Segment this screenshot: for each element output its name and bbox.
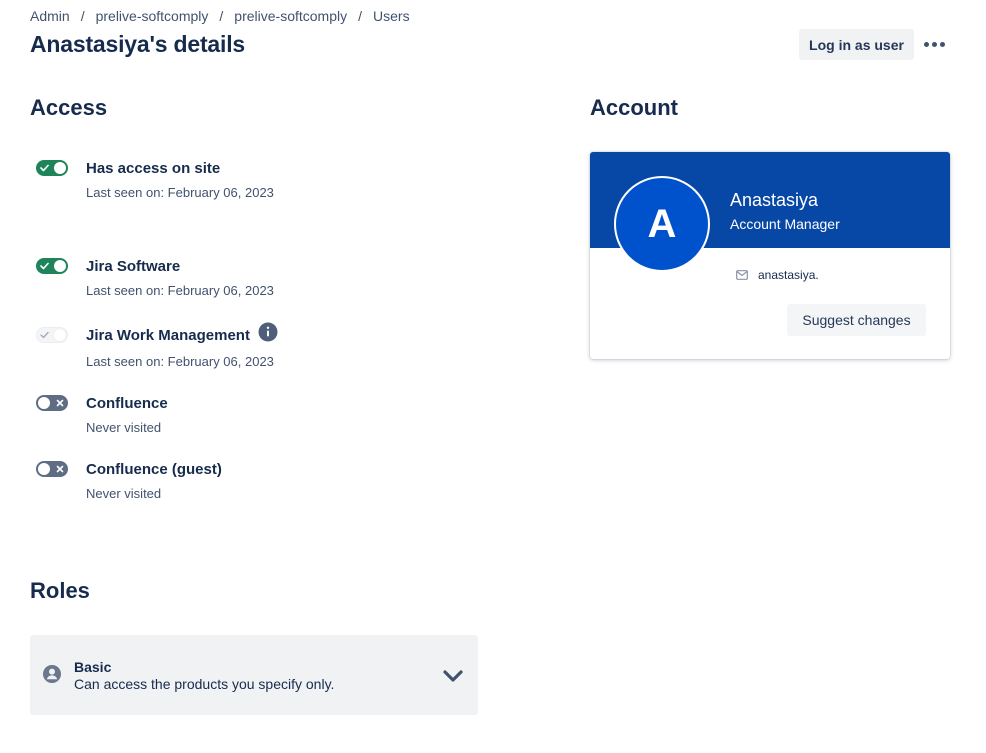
product-name-confluence-guest: Confluence (guest) — [86, 461, 222, 478]
product-name-confluence: Confluence — [86, 395, 168, 412]
check-icon — [40, 331, 49, 339]
breadcrumb: Admin / prelive-softcomply / prelive-sof… — [30, 8, 410, 24]
breadcrumb-item-org[interactable]: prelive-softcomply — [96, 8, 209, 24]
breadcrumb-item-users[interactable]: Users — [373, 8, 410, 24]
product-last-seen-confluence-guest: Never visited — [86, 486, 162, 501]
more-actions-button[interactable] — [920, 30, 948, 58]
account-name: Anastasiya — [730, 190, 819, 210]
account-email: anastasiya. — [758, 268, 819, 282]
product-name-jira-software: Jira Software — [86, 258, 181, 275]
toggle-confluence[interactable] — [36, 395, 68, 411]
product-last-seen-jira-work-management: Last seen on: February 06, 2023 — [86, 354, 274, 369]
role-selector[interactable]: Basic Can access the products you specif… — [30, 635, 478, 715]
breadcrumb-separator: / — [80, 8, 85, 24]
check-icon — [40, 262, 49, 270]
info-icon[interactable] — [258, 322, 278, 342]
account-role: Account Manager — [730, 216, 840, 232]
log-in-as-user-button[interactable]: Log in as user — [799, 29, 914, 60]
product-name-jira-work-management: Jira Work Management — [86, 327, 250, 344]
product-name-has-access: Has access on site — [86, 160, 221, 177]
access-section-title: Access — [30, 95, 108, 120]
check-icon — [40, 164, 49, 172]
person-icon — [43, 665, 61, 683]
breadcrumb-separator: / — [219, 8, 224, 24]
roles-section-title: Roles — [30, 578, 90, 603]
close-icon — [56, 399, 64, 407]
product-last-seen-jira-software: Last seen on: February 06, 2023 — [86, 283, 274, 298]
breadcrumb-item-admin[interactable]: Admin — [30, 8, 70, 24]
role-description: Can access the products you specify only… — [74, 676, 335, 692]
toggle-jira-software[interactable] — [36, 258, 68, 274]
breadcrumb-item-site[interactable]: prelive-softcomply — [234, 8, 347, 24]
product-last-seen-has-access: Last seen on: February 06, 2023 — [86, 185, 274, 200]
suggest-changes-button[interactable]: Suggest changes — [787, 304, 926, 336]
account-card: A Anastasiya Account Manager anastasiya.… — [590, 152, 950, 359]
role-name: Basic — [74, 659, 112, 675]
breadcrumb-separator: / — [358, 8, 363, 24]
product-last-seen-confluence: Never visited — [86, 420, 162, 435]
toggle-jira-work-management[interactable] — [36, 327, 68, 343]
more-horizontal-icon — [923, 41, 945, 47]
toggle-has-access-on-site[interactable] — [36, 160, 68, 176]
toggle-confluence-guest[interactable] — [36, 461, 68, 477]
mail-icon — [736, 270, 748, 280]
close-icon — [56, 465, 64, 473]
chevron-down-icon[interactable] — [440, 665, 466, 687]
avatar: A — [614, 176, 710, 272]
page-title: Anastasiya's details — [30, 31, 245, 57]
account-section-title: Account — [590, 95, 678, 120]
